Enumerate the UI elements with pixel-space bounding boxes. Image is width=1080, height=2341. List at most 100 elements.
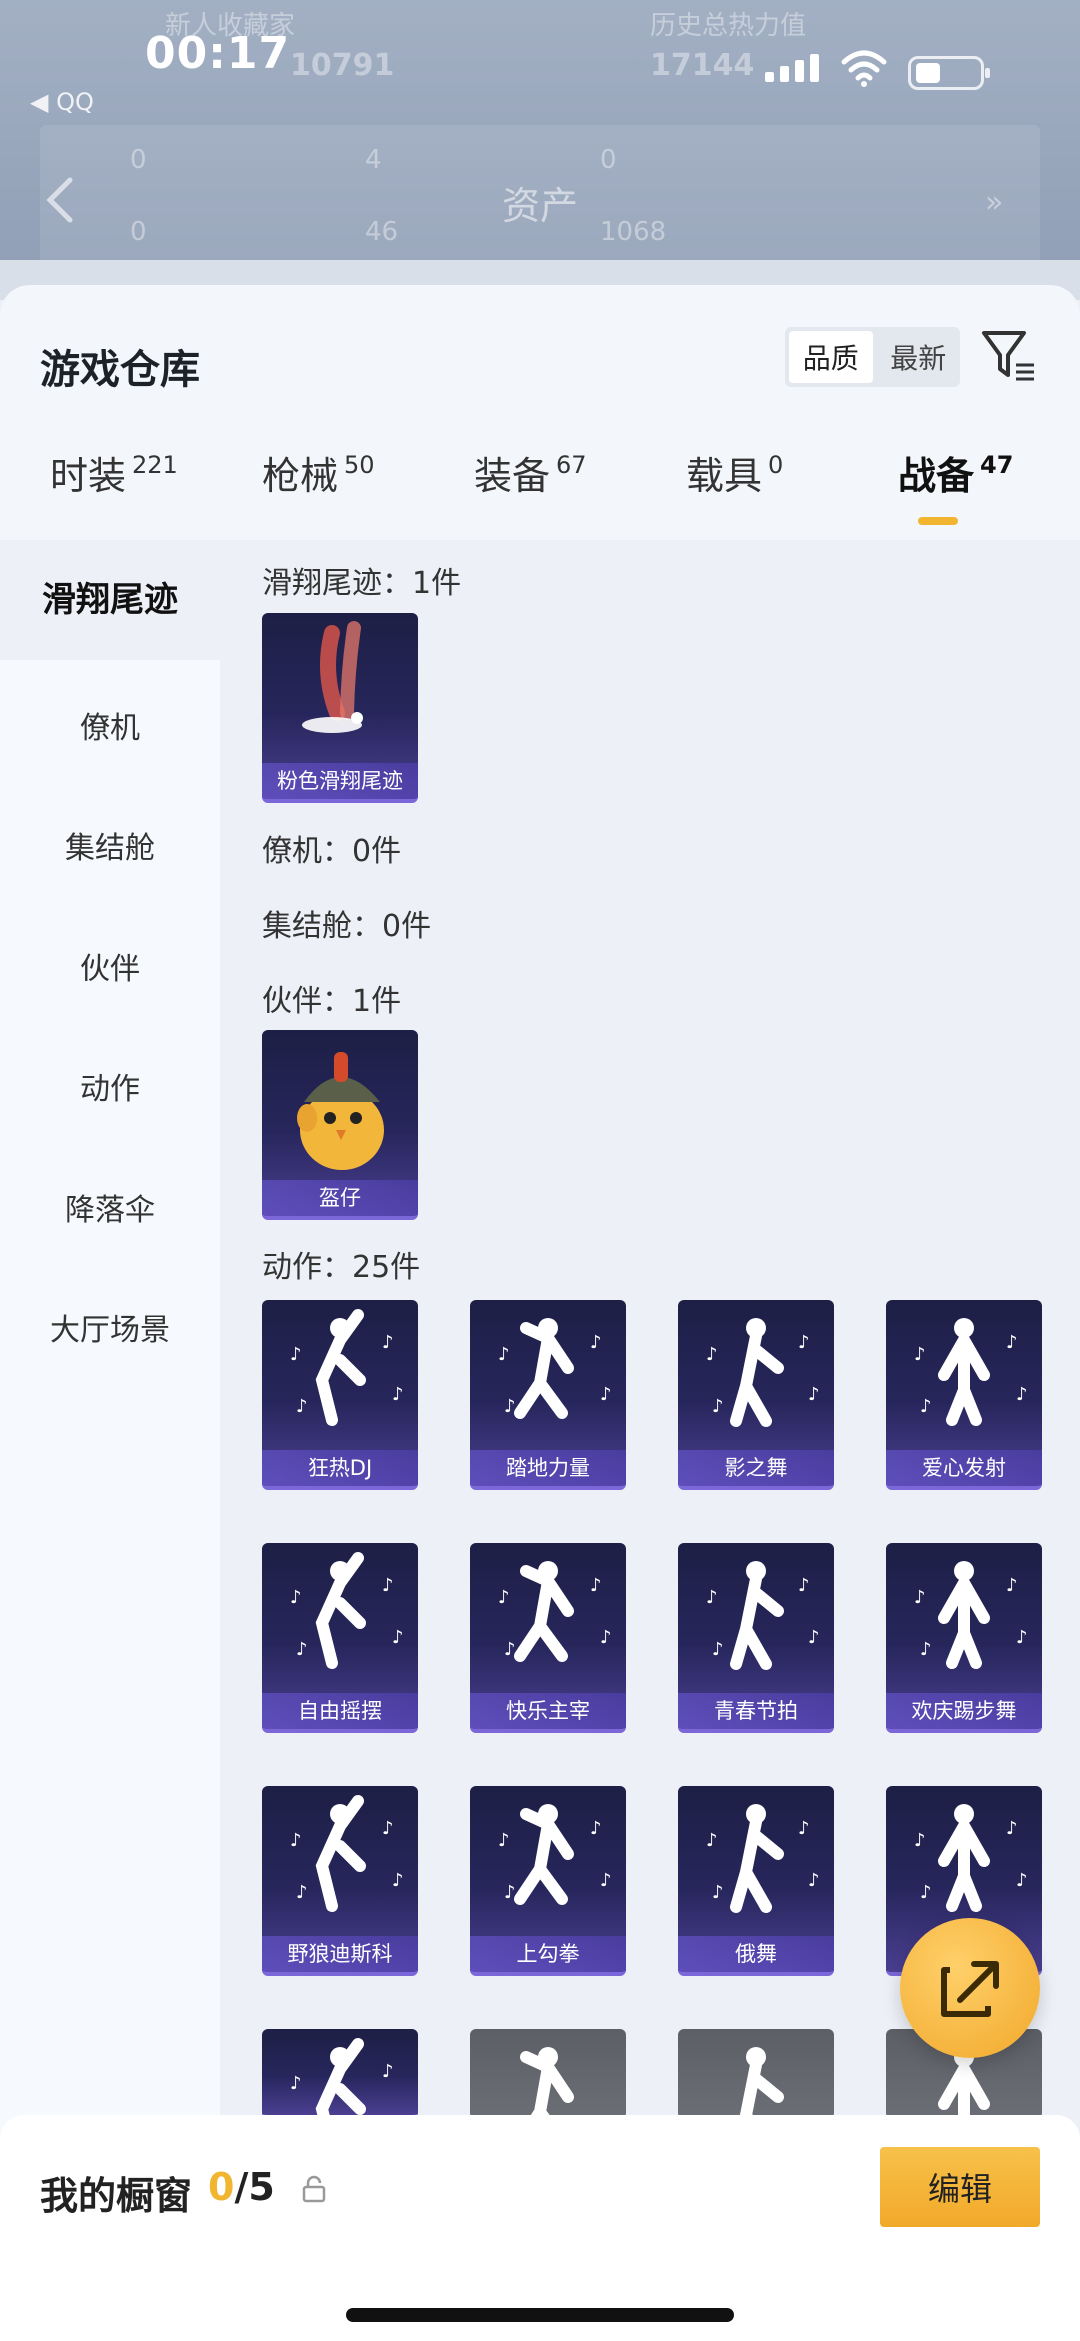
tab-equipment[interactable]: 装备 67 (474, 445, 587, 500)
svg-text:♪: ♪ (382, 1818, 394, 1839)
nav-item-glide-trail[interactable]: 滑翔尾迹 (0, 540, 220, 660)
signal-icon (765, 54, 819, 82)
showcase-label: 我的橱窗 (40, 2174, 193, 2218)
emote-card[interactable]: ♪ ♪ ♪ ♪ 上勾拳 (470, 1786, 626, 1976)
partner-chick-art (297, 1052, 384, 1170)
emote-card[interactable]: ♪ ♪ ♪ ♪ 欢庆踢步舞 (886, 1543, 1042, 1733)
svg-text:♪: ♪ (706, 1830, 718, 1851)
svg-text:♪: ♪ (920, 1639, 932, 1660)
nav-item-lobby-scene[interactable]: 大厅场景 (0, 1305, 220, 1349)
emote-card[interactable]: ♪ ♪ ♪ ♪ 青春节拍 (678, 1543, 834, 1733)
svg-text:♪: ♪ (504, 1639, 516, 1660)
item-name: 欢庆踢步舞 (886, 1693, 1042, 1729)
section-label-capsule: 集结舱：0件 (262, 909, 432, 944)
dancer-silhouette-icon: ♪♪♪♪ (914, 1561, 1028, 1669)
svg-text:♪: ♪ (1006, 1332, 1018, 1353)
item-name: 自由摇摆 (262, 1693, 418, 1729)
svg-text:♪: ♪ (290, 1830, 302, 1851)
sort-latest-button[interactable]: 最新 (877, 327, 961, 387)
dancer-silhouette-icon: ♪♪♪♪ (498, 1318, 612, 1419)
emote-card[interactable]: ♪ ♪ ♪ ♪ 踏地力量 (470, 1300, 626, 1490)
svg-text:♪: ♪ (712, 1882, 724, 1903)
back-to-app-link[interactable]: ◀ QQ (30, 88, 94, 116)
svg-text:♪: ♪ (290, 1587, 302, 1608)
svg-text:♪: ♪ (1016, 1870, 1028, 1891)
item-name: 青春节拍 (678, 1693, 834, 1729)
wifi-icon (841, 50, 887, 87)
svg-text:♪: ♪ (290, 2073, 302, 2094)
svg-text:♪: ♪ (1006, 1575, 1018, 1596)
emote-card[interactable]: ♪ ♪ ♪ ♪ 影之舞 (678, 1300, 834, 1490)
dancer-silhouette-icon: ♪ ♪ ♪ ♪ (706, 1804, 820, 1913)
item-name: 野狼迪斯科 (262, 1936, 418, 1972)
emote-card[interactable]: ♪ ♪ ♪ ♪ 自由摇摆 (262, 1543, 418, 1733)
svg-text:♪: ♪ (590, 1818, 602, 1839)
svg-text:♪: ♪ (706, 1344, 718, 1365)
showcase-count: 0/5 (208, 2165, 275, 2209)
svg-text:♪: ♪ (798, 1818, 810, 1839)
svg-text:♪: ♪ (808, 1627, 820, 1648)
home-indicator (346, 2308, 734, 2322)
dancer-silhouette-icon: ♪♪♪♪ (498, 1561, 612, 1662)
svg-text:♪: ♪ (920, 1396, 932, 1417)
nav-item-parachute[interactable]: 降落伞 (0, 1185, 220, 1229)
status-time: 00:17 (145, 28, 291, 79)
dancer-silhouette-icon: ♪♪♪♪ (914, 1318, 1028, 1426)
dancer-silhouette-icon: ♪♪♪♪ (290, 1795, 404, 1912)
item-name: 狂热DJ (262, 1450, 418, 1486)
emote-card[interactable]: ♪ ♪ ♪ ♪ 狂热DJ (262, 1300, 418, 1490)
dancer-silhouette-icon: ♪♪♪♪ (498, 1804, 612, 1905)
emote-card[interactable] (470, 2029, 626, 2119)
svg-text:♪: ♪ (712, 1396, 724, 1417)
svg-text:♪: ♪ (808, 1384, 820, 1405)
tab-firearms[interactable]: 枪械 50 (262, 445, 375, 500)
svg-text:♪: ♪ (498, 1830, 510, 1851)
sort-segmented-control: 品质 最新 (785, 327, 960, 387)
section-label-partner: 伙伴：1件 (262, 984, 402, 1019)
svg-text:♪: ♪ (914, 1344, 926, 1365)
dancer-silhouette-icon: ♪♪♪♪ (290, 2038, 404, 2115)
emote-card[interactable]: ♪ ♪ ♪ ♪ 爱心发射 (886, 1300, 1042, 1490)
svg-text:♪: ♪ (590, 1332, 602, 1353)
emote-card[interactable]: ♪ ♪ ♪ ♪ 俄舞 (678, 1786, 834, 1976)
tab-fashion[interactable]: 时装 221 (50, 445, 178, 500)
svg-text:♪: ♪ (498, 1587, 510, 1608)
battery-icon (908, 56, 990, 90)
items-content: 滑翔尾迹：1件 粉色滑翔尾迹 僚机：0件 集结舱：0件 伙伴：1件 盔仔 动作：… (220, 540, 1080, 2340)
svg-text:♪: ♪ (296, 1396, 308, 1417)
svg-text:♪: ♪ (808, 1870, 820, 1891)
emote-card[interactable]: ♪ ♪ ♪ ♪ 快乐主宰 (470, 1543, 626, 1733)
nav-item-wingman[interactable]: 僚机 (0, 703, 220, 747)
section-label-wingman: 僚机：0件 (262, 834, 402, 869)
tab-vehicles[interactable]: 载具 0 (686, 445, 783, 500)
item-card[interactable]: 盔仔 (262, 1030, 418, 1220)
svg-text:♪: ♪ (290, 1344, 302, 1365)
share-button[interactable] (900, 1918, 1040, 2058)
svg-text:♪: ♪ (1006, 1818, 1018, 1839)
dancer-silhouette-icon (738, 2047, 784, 2119)
svg-text:♪: ♪ (392, 1627, 404, 1648)
item-card[interactable]: 粉色滑翔尾迹 (262, 613, 418, 803)
svg-text:♪: ♪ (798, 1332, 810, 1353)
svg-text:♪: ♪ (914, 1587, 926, 1608)
svg-text:♪: ♪ (712, 1639, 724, 1660)
filter-icon[interactable] (980, 327, 1038, 385)
nav-item-emote[interactable]: 动作 (0, 1064, 220, 1108)
nav-item-partner[interactable]: 伙伴 (0, 944, 220, 988)
edit-button[interactable]: 编辑 (880, 2147, 1040, 2227)
page-title: 游戏仓库 (40, 347, 200, 393)
emote-card[interactable]: ♪ ♪ ♪ ♪ 野狼迪斯科 (262, 1786, 418, 1976)
item-name: 上勾拳 (470, 1936, 626, 1972)
subcategory-nav: 滑翔尾迹 僚机 集结舱 伙伴 动作 降落伞 大厅场景 (0, 540, 220, 2340)
emote-card[interactable] (678, 2029, 834, 2119)
nav-item-capsule[interactable]: 集结舱 (0, 823, 220, 867)
svg-text:♪: ♪ (382, 1332, 394, 1353)
emote-card[interactable]: ♪♪♪♪ (262, 2029, 418, 2119)
item-name: 盔仔 (262, 1180, 418, 1216)
svg-text:♪: ♪ (600, 1870, 612, 1891)
tab-combat-gear[interactable]: 战备 47 (898, 445, 1013, 500)
sort-quality-button[interactable]: 品质 (789, 331, 873, 383)
svg-text:♪: ♪ (600, 1384, 612, 1405)
item-name: 粉色滑翔尾迹 (262, 763, 418, 799)
dancer-silhouette-icon: ♪♪♪♪ (914, 1804, 1028, 1912)
